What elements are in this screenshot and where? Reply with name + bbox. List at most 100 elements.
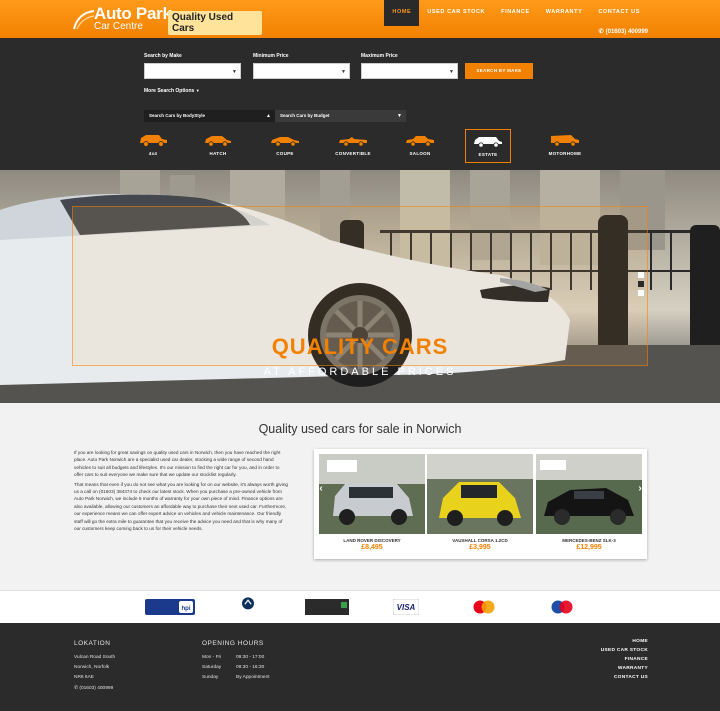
category-label: COUPE (276, 151, 294, 156)
intro-paragraph: That means that even if you do not see w… (74, 481, 289, 532)
hatchback-icon (205, 136, 231, 147)
motorhome-icon (551, 135, 579, 147)
hours-time: 09:30 - 17:00 (236, 655, 265, 660)
tab-budget[interactable]: Search Cars by Budget ▼ (275, 110, 406, 122)
category-label: 4x4 (148, 151, 158, 156)
body-style-categories: 4x4 HATCH COUPE CONVERTIBLE SALOON ESTAT… (130, 129, 590, 163)
footer-link-finance[interactable]: FINANCE (625, 657, 648, 662)
category-hatch[interactable]: HATCH (195, 133, 241, 163)
min-price-select[interactable]: ▼ (253, 63, 350, 79)
svg-text:hpi: hpi (182, 606, 191, 612)
main-nav: HOME USED CAR STOCK FINANCE WARRANTY CON… (384, 0, 648, 26)
first-response-logo (305, 599, 349, 615)
hours-day: Sunday (202, 675, 219, 680)
section-title: Quality used cars for sale in Norwich (258, 422, 462, 436)
address-line: Norwich, Norfolk (74, 665, 110, 670)
coupe-icon (271, 137, 299, 147)
footer-link-used-car-stock[interactable]: USED CAR STOCK (601, 648, 648, 653)
category-label: ESTATE (478, 152, 498, 157)
make-select[interactable]: ▼ (144, 63, 241, 79)
slider-dot[interactable] (638, 272, 644, 278)
hero-banner: QUALITY CARS AT AFFORDABLE PRICES (0, 170, 720, 403)
category-label: HATCH (209, 151, 227, 156)
search-by-make-button[interactable]: SEARCH BY MAKE (465, 63, 533, 79)
estate-icon (474, 137, 502, 148)
suv-icon (140, 135, 167, 147)
mastercard-logo (551, 600, 573, 614)
intro-paragraph: If you are looking for great savings on … (74, 450, 281, 478)
caret-down-icon: ▼ (397, 113, 402, 119)
hero-subtitle: AT AFFORDABLE PRICES (263, 366, 457, 378)
hours-time: 09:30 - 16:30 (236, 665, 265, 670)
site-logo[interactable]: Auto Park Car Centre Quality Used Cars (72, 5, 262, 35)
category-estate[interactable]: ESTATE (465, 129, 511, 163)
car-card[interactable]: VAUXHALL CORSA 1.2CD £3,995 (427, 454, 533, 554)
car-card[interactable]: LAND ROVER DISCOVERY £8,495 (319, 454, 425, 554)
tab-bodystyle-label: Search Cars by BodyStyle (149, 113, 206, 118)
category-convertible[interactable]: CONVERTIBLE (330, 133, 376, 163)
car-card[interactable]: MERCEDES-BENZ SLK-3 £12,995 (536, 454, 642, 554)
footer-phone[interactable]: ✆ (01603) 400999 (74, 686, 113, 691)
chevron-down-icon: ▼ (341, 69, 346, 75)
maestro-logo (473, 600, 495, 614)
nav-used-car-stock[interactable]: USED CAR STOCK (419, 0, 493, 26)
chevron-right-icon[interactable]: › (636, 479, 644, 499)
footer-phone-number: (01603) 400999 (79, 686, 114, 691)
slider-dot-active[interactable] (638, 281, 644, 287)
category-label: SALOON (409, 151, 431, 156)
car-photo (319, 454, 425, 534)
max-price-select[interactable]: ▼ (361, 63, 458, 79)
address-line: NR6 6AE (74, 675, 94, 680)
intro-text: If you are looking for great savings on … (74, 449, 290, 534)
nav-warranty[interactable]: WARRANTY (538, 0, 591, 26)
hero-title: QUALITY CARS (271, 334, 449, 359)
more-search-options[interactable]: More Search Options ▼ (144, 88, 200, 94)
intro-section: Quality used cars for sale in Norwich If… (0, 403, 720, 590)
nav-finance[interactable]: FINANCE (493, 0, 538, 26)
header-phone-number: (01603) 400999 (605, 29, 648, 35)
footer-link-home[interactable]: HOME (632, 639, 648, 644)
stock-carousel: LAND ROVER DISCOVERY £8,495 VAUXHALL COR… (314, 449, 647, 559)
category-motorhome[interactable]: MOTORHOME (542, 133, 588, 163)
car-photo (427, 454, 533, 534)
max-price-field: Maximum Price ▼ (361, 53, 458, 79)
slider-pagination (638, 272, 644, 299)
caret-down-icon: ▼ (195, 88, 200, 93)
max-price-label: Maximum Price (361, 53, 398, 59)
make-field: Search by Make ▼ (144, 53, 241, 79)
nav-contact-us[interactable]: CONTACT US (590, 0, 648, 26)
header-phone[interactable]: ✆ (01603) 400999 (599, 28, 648, 35)
slider-dot[interactable] (638, 290, 644, 296)
caret-up-icon: ▲ (266, 113, 271, 119)
footer-link-contact-us[interactable]: CONTACT US (614, 675, 648, 680)
logo-tagline: Quality Used Cars (168, 11, 262, 35)
car-price: £12,995 (576, 544, 602, 551)
tab-bodystyle[interactable]: Search Cars by BodyStyle ▲ (144, 110, 275, 122)
car-name: MERCEDES-BENZ SLK-3 (562, 538, 616, 543)
car-photo (536, 454, 642, 534)
address-line: Vulcan Road South (74, 655, 116, 660)
category-label: MOTORHOME (548, 151, 582, 156)
min-price-field: Minimum Price ▼ (253, 53, 350, 79)
footer-link-warranty[interactable]: WARRANTY (618, 666, 648, 671)
category-4x4[interactable]: 4x4 (130, 133, 176, 163)
chevron-down-icon: ▼ (449, 69, 454, 75)
min-price-label: Minimum Price (253, 53, 289, 59)
more-options-label: More Search Options (144, 88, 195, 94)
svg-text:VISA: VISA (397, 603, 416, 612)
chevron-down-icon: ▼ (232, 69, 237, 75)
car-price: £3,995 (469, 544, 491, 551)
partner-logos: hpi VISA (0, 590, 720, 623)
logo-subtitle: Car Centre (94, 21, 143, 32)
nav-home[interactable]: HOME (384, 0, 420, 26)
search-panel: Search by Make ▼ Minimum Price ▼ Maximum… (0, 38, 720, 170)
car-name: LAND ROVER DISCOVERY (343, 538, 401, 543)
category-coupe[interactable]: COUPE (262, 133, 308, 163)
site-footer: LOKATION Vulcan Road South Norwich, Norf… (0, 623, 720, 711)
make-label: Search by Make (144, 53, 182, 59)
category-saloon[interactable]: SALOON (397, 133, 443, 163)
chevron-left-icon[interactable]: ‹ (317, 479, 325, 499)
logo-swoosh-icon (73, 10, 95, 30)
car-price: £8,495 (361, 544, 383, 551)
footer-hours-title: OPENING HOURS (202, 640, 264, 647)
